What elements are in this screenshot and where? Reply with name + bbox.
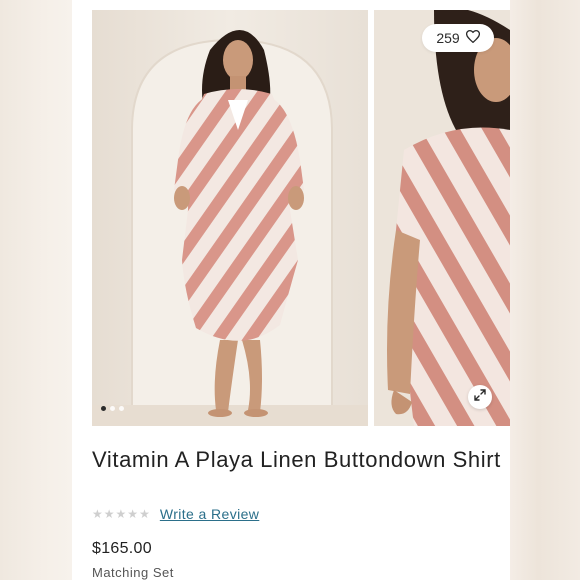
- carousel-dot-2[interactable]: [110, 406, 115, 411]
- write-review-link[interactable]: Write a Review: [160, 506, 259, 522]
- image-gallery[interactable]: 259: [92, 10, 510, 426]
- star-icon: ★: [115, 507, 127, 521]
- carousel-dot-3[interactable]: [119, 406, 124, 411]
- star-rating: ★ ★ ★ ★ ★: [92, 507, 150, 521]
- matching-set-label[interactable]: Matching Set: [92, 565, 174, 580]
- expand-icon: [474, 388, 486, 406]
- like-count: 259: [436, 30, 460, 46]
- expand-image-button[interactable]: [468, 385, 492, 409]
- star-icon: ★: [92, 507, 103, 521]
- model-illustration-front: [92, 10, 368, 426]
- model-illustration-closeup: [374, 10, 510, 426]
- heart-icon: [465, 30, 480, 46]
- product-card: 259 Vitamin A Playa Linen Buttondown Shi…: [72, 0, 510, 580]
- rating-row: ★ ★ ★ ★ ★ Write a Review: [92, 506, 259, 522]
- carousel-indicator[interactable]: [101, 406, 124, 411]
- background-blur-left: [0, 0, 72, 580]
- star-icon: ★: [103, 507, 115, 521]
- like-counter-button[interactable]: 259: [422, 24, 494, 52]
- star-icon: ★: [127, 507, 139, 521]
- carousel-dot-1[interactable]: [101, 406, 106, 411]
- star-icon: ★: [139, 507, 150, 521]
- product-photo-main[interactable]: [92, 10, 368, 426]
- background-blur-right: [510, 0, 580, 580]
- product-price: $165.00: [92, 540, 152, 557]
- product-photo-secondary[interactable]: [374, 10, 510, 426]
- product-title: Vitamin A Playa Linen Buttondown Shirt: [92, 447, 501, 472]
